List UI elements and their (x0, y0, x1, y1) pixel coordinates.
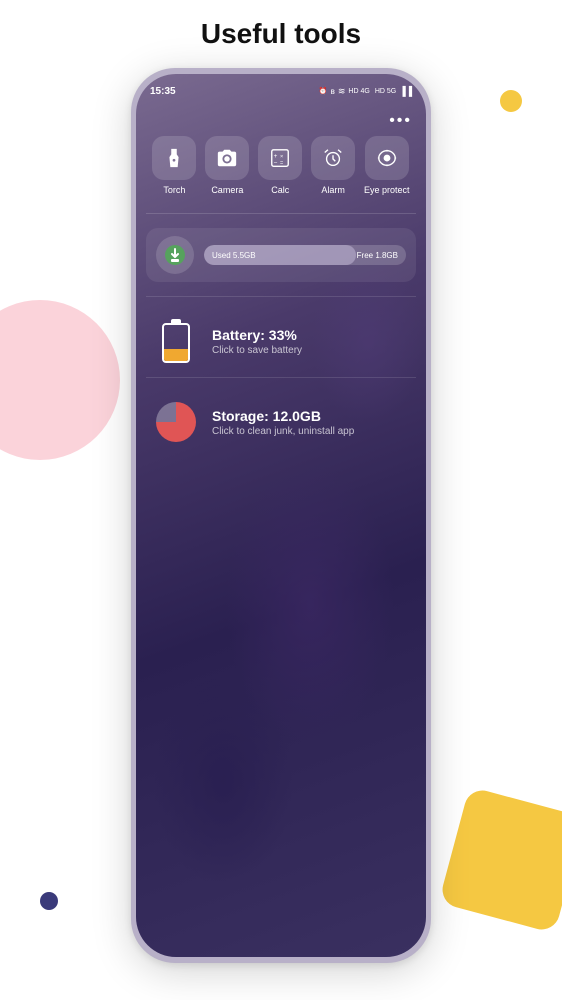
storage-bar-bg: Used 5.5GB Free 1.8GB (204, 245, 406, 265)
wifi-icon: ≋ (338, 86, 346, 97)
torch-label: Torch (163, 185, 185, 195)
battery-icon-area (154, 319, 198, 363)
blob-yellow-shape-decoration (439, 787, 562, 934)
phone-screen: 15:35 ⏰ ʙ ≋ HD 4G HD 5G ▐▐ ••• (136, 74, 426, 957)
blob-navy-dot-decoration (40, 892, 58, 910)
divider-3 (146, 377, 416, 378)
divider-2 (146, 296, 416, 297)
storage-subtitle: Click to clean junk, uninstall app (212, 426, 408, 437)
bluetooth-icon: ʙ (331, 87, 335, 96)
battery-info-text: Battery: 33% Click to save battery (212, 327, 408, 356)
storage-bar-container: Used 5.5GB Free 1.8GB (204, 245, 406, 265)
divider-1 (146, 213, 416, 214)
calc-icon: + × − = (269, 147, 291, 169)
torch-icon-circle[interactable] (152, 136, 196, 180)
status-time: 15:35 (150, 86, 176, 97)
camera-label: Camera (211, 185, 243, 195)
torch-icon (163, 147, 185, 169)
eye-protect-icon-circle[interactable] (365, 136, 409, 180)
storage-info-text: Storage: 12.0GB Click to clean junk, uni… (212, 408, 408, 437)
camera-tool[interactable]: Camera (205, 136, 249, 195)
alarm-status-icon: ⏰ (319, 87, 328, 95)
calc-tool[interactable]: + × − = Calc (258, 136, 302, 195)
camera-icon-circle[interactable] (205, 136, 249, 180)
blob-yellow-dot-decoration (500, 90, 522, 112)
alarm-tool[interactable]: Alarm (311, 136, 355, 195)
alarm-label: Alarm (321, 185, 345, 195)
camera-icon (216, 147, 238, 169)
eye-protect-icon (376, 147, 398, 169)
storage-bar-labels: Used 5.5GB Free 1.8GB (204, 245, 406, 265)
signal-icon: ▐▐ (399, 86, 412, 96)
battery-icon (162, 319, 190, 363)
battery-title: Battery: 33% (212, 327, 408, 343)
hd-5g-icon: HD 5G (375, 88, 396, 95)
status-icons: ⏰ ʙ ≋ HD 4G HD 5G ▐▐ (319, 86, 412, 97)
tools-row: Torch Camera + (146, 136, 416, 195)
page-title: Useful tools (0, 18, 562, 50)
alarm-icon (322, 147, 344, 169)
storage-title: Storage: 12.0GB (212, 408, 408, 424)
svg-text:×: × (280, 154, 283, 160)
three-dots-icon[interactable]: ••• (389, 112, 412, 129)
alarm-icon-circle[interactable] (311, 136, 355, 180)
calc-label: Calc (271, 185, 289, 195)
cleaner-icon-circle (156, 236, 194, 274)
blob-pink-decoration (0, 300, 120, 460)
storage-card-info[interactable]: Storage: 12.0GB Click to clean junk, uni… (146, 390, 416, 454)
phone-frame: 15:35 ⏰ ʙ ≋ HD 4G HD 5G ▐▐ ••• (131, 68, 431, 963)
storage-pie-icon (156, 402, 196, 442)
svg-text:=: = (280, 160, 283, 166)
storage-icon-area (154, 400, 198, 444)
three-dots-menu[interactable]: ••• (146, 112, 416, 130)
used-label: Used 5.5GB (212, 251, 256, 260)
eye-protect-label: Eye protect (364, 185, 410, 195)
status-bar: 15:35 ⏰ ʙ ≋ HD 4G HD 5G ▐▐ (136, 74, 426, 102)
hd-4g-icon: HD 4G (348, 88, 369, 95)
content-area: ••• Torch (136, 102, 426, 957)
svg-text:−: − (274, 159, 278, 166)
torch-tool[interactable]: Torch (152, 136, 196, 195)
battery-card[interactable]: Battery: 33% Click to save battery (146, 309, 416, 373)
eye-protect-tool[interactable]: Eye protect (364, 136, 410, 195)
calc-icon-circle[interactable]: + × − = (258, 136, 302, 180)
cleaner-icon (163, 243, 187, 267)
battery-subtitle: Click to save battery (212, 345, 408, 356)
storage-bar-card[interactable]: Used 5.5GB Free 1.8GB (146, 228, 416, 282)
free-label: Free 1.8GB (357, 251, 398, 260)
